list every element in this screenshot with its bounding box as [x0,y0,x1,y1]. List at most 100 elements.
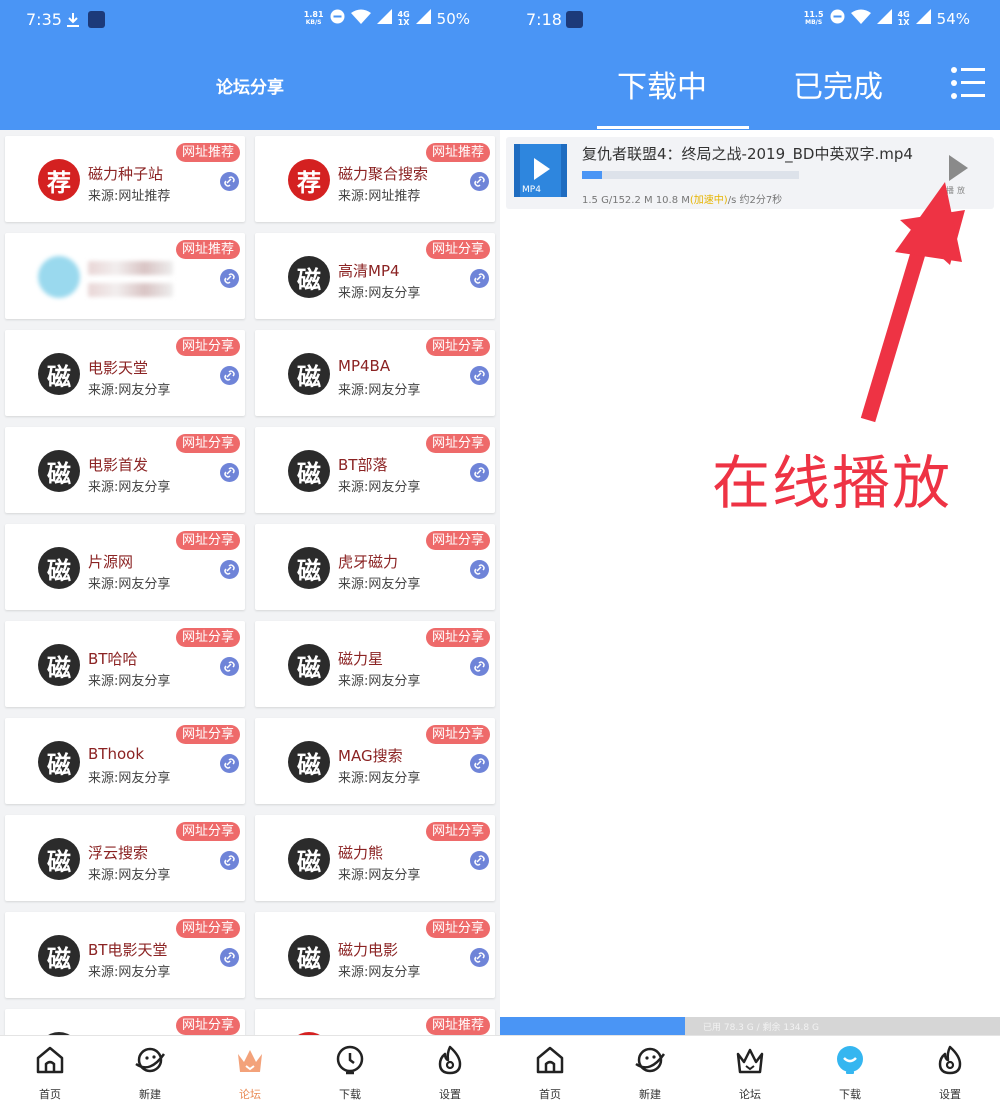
site-badge: 网址分享 [425,337,490,356]
site-source: 来源:网友分享 [88,577,171,592]
nav-item-crown[interactable]: 论坛 [700,1036,800,1111]
site-avatar: 磁 [288,644,330,686]
bottom-nav: 首页 新建 论坛 下载 设置 [0,1035,500,1111]
site-card[interactable]: 网址推荐 [255,1009,495,1035]
link-icon[interactable] [470,851,489,870]
nav-label: 新建 [639,1088,661,1101]
site-avatar: 磁 [288,450,330,492]
site-card[interactable]: 荐磁力聚合搜索 来源:网址推荐 网址推荐 [255,136,495,222]
active-tab-indicator [597,126,749,129]
link-icon[interactable] [220,463,239,482]
file-type-label: MP4 [522,185,541,195]
link-icon[interactable] [220,754,239,773]
link-icon[interactable] [470,172,489,191]
site-source: 来源:网友分享 [338,286,421,301]
link-icon[interactable] [220,948,239,967]
tab-downloading[interactable]: 下载中 [617,62,707,106]
site-card[interactable]: 磁 MP4BA 来源:网友分享 网址分享 [255,330,495,416]
link-icon[interactable] [470,560,489,579]
nav-item-planet[interactable]: 新建 [600,1036,700,1111]
menu-icon[interactable] [950,66,986,100]
nav-label: 论坛 [239,1088,261,1101]
site-card[interactable]: 磁虎牙磁力 来源:网友分享 网址分享 [255,524,495,610]
site-avatar: 磁 [38,741,80,783]
download-eta: /s 约2分7秒 [727,195,783,206]
link-icon[interactable] [470,657,489,676]
link-icon[interactable] [220,366,239,385]
site-source: 来源:网友分享 [88,674,171,689]
link-icon[interactable] [220,560,239,579]
link-icon[interactable] [470,948,489,967]
nav-item-crown[interactable]: 论坛 [200,1036,300,1111]
site-avatar [38,256,80,298]
site-avatar: 磁 [288,838,330,880]
nav-label: 论坛 [739,1088,761,1101]
blurred-name [88,261,173,275]
link-icon[interactable] [470,754,489,773]
status-bar: 7:35 1.81 KB/S 4G 1X 50% [0,0,500,42]
nav-label: 下载 [339,1088,361,1101]
link-icon[interactable] [470,463,489,482]
nav-item-home[interactable]: 首页 [500,1036,600,1111]
site-name: BT哈哈 [88,650,138,668]
nav-item-flame[interactable]: 设置 [900,1036,1000,1111]
site-avatar: 磁 [288,935,330,977]
site-grid: 荐磁力种子站 来源:网址推荐 网址推荐荐磁力聚合搜索 来源:网址推荐 网址推荐 网址推荐磁… [0,130,500,1035]
download-status-icon [66,12,80,32]
link-icon[interactable] [220,851,239,870]
nav-item-home[interactable]: 首页 [0,1036,100,1111]
site-card[interactable]: 磁 BT电影天堂 来源:网友分享 网址分享 [5,912,245,998]
site-card[interactable]: 磁电影首发 来源:网友分享 网址分享 [5,427,245,513]
nav-item-download-face[interactable]: 下载 [800,1036,900,1111]
nav-item-planet[interactable]: 新建 [100,1036,200,1111]
site-card[interactable]: 磁 BThook 来源:网友分享 网址分享 [5,718,245,804]
site-card[interactable]: 网址推荐 [5,233,245,319]
site-card[interactable]: 荐磁力种子站 来源:网址推荐 网址推荐 [5,136,245,222]
site-avatar: 荐 [288,159,330,201]
dnd-icon [330,9,345,28]
nav-item-flame[interactable]: 设置 [400,1036,500,1111]
dnd-icon [830,9,845,28]
link-icon[interactable] [220,172,239,191]
link-icon[interactable] [220,657,239,676]
site-badge: 网址分享 [425,628,490,647]
site-card[interactable]: 磁 BT部落 来源:网友分享 网址分享 [255,427,495,513]
app-notification-icon [566,11,583,28]
site-card[interactable]: 磁磁力熊 来源:网友分享 网址分享 [255,815,495,901]
link-icon[interactable] [470,269,489,288]
site-card[interactable]: 网址分享 [5,1009,245,1035]
site-source: 来源:网友分享 [338,577,421,592]
site-card[interactable]: 磁高清MP4 来源:网友分享 网址分享 [255,233,495,319]
nav-item-download-face[interactable]: 下载 [300,1036,400,1111]
nav-label: 设置 [939,1088,961,1101]
site-name: MP4BA [338,357,391,375]
site-card[interactable]: 磁磁力星 来源:网友分享 网址分享 [255,621,495,707]
status-bar: 7:18 11.5 MB/S 4G 1X 54% [500,0,1000,42]
site-card[interactable]: 磁浮云搜索 来源:网友分享 网址分享 [5,815,245,901]
link-icon[interactable] [220,269,239,288]
tab-completed[interactable]: 已完成 [793,62,883,106]
site-badge: 网址分享 [175,531,240,550]
site-name: BT部落 [338,456,388,474]
site-avatar: 磁 [38,353,80,395]
signal-icon [376,9,392,28]
site-source: 来源:网友分享 [338,674,421,689]
site-badge: 网址分享 [425,919,490,938]
site-card[interactable]: 磁 BT哈哈 来源:网友分享 网址分享 [5,621,245,707]
site-name: 电影天堂 [88,359,149,377]
download-stats: 1.5 G/152.2 M 10.8 M(加速中)/s 约2分7秒 [582,191,782,206]
link-icon[interactable] [470,366,489,385]
site-card[interactable]: 磁片源网 来源:网友分享 网址分享 [5,524,245,610]
app-notification-icon [88,11,105,28]
signal-icon [876,9,892,28]
site-source: 来源:网友分享 [338,480,421,495]
site-card[interactable]: 磁 MAG搜索 来源:网友分享 网址分享 [255,718,495,804]
storage-bar: 已用 78.3 G / 剩余 134.8 G [500,1017,1000,1035]
site-source: 来源:网友分享 [338,868,421,883]
site-card[interactable]: 磁磁力电影 来源:网友分享 网址分享 [255,912,495,998]
site-avatar: 荐 [38,159,80,201]
site-card[interactable]: 磁电影天堂 来源:网友分享 网址分享 [5,330,245,416]
download-progress-fill [582,171,602,179]
site-name: 电影首发 [88,456,149,474]
site-source: 来源:网友分享 [88,480,171,495]
